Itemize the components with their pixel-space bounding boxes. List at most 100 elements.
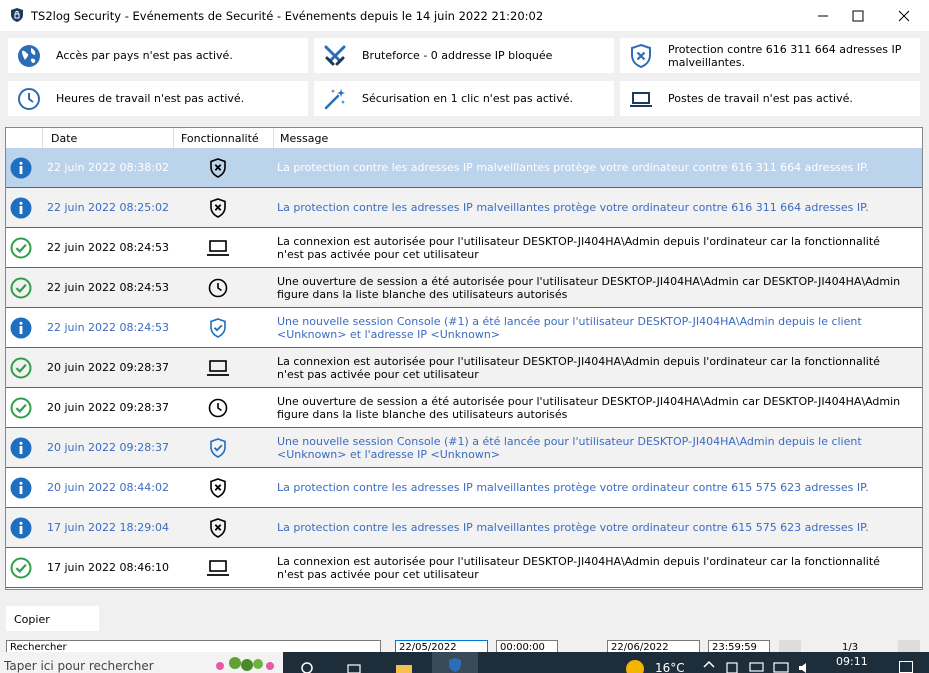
- page-indicator: 1/3: [842, 642, 859, 652]
- maximize-button[interactable]: [835, 0, 881, 31]
- event-date: 22 juin 2022 08:24:53: [47, 241, 169, 254]
- event-message: Une nouvelle session Console (#1) a été …: [277, 434, 862, 461]
- table-row[interactable]: 20 juin 2022 08:44:02 La protection contr…: [6, 468, 922, 508]
- battery-icon[interactable]: [748, 657, 766, 673]
- grid-header: Date Fonctionnalité Message: [6, 128, 922, 149]
- check-circle-icon: [10, 277, 32, 299]
- event-date: 20 juin 2022 09:28:37: [47, 361, 169, 374]
- table-row[interactable]: 17 juin 2022 08:46:10 La connexion est au…: [6, 548, 922, 588]
- event-date: 20 juin 2022 08:44:02: [47, 481, 169, 494]
- maximize-icon: [852, 10, 864, 22]
- clock-icon: [206, 277, 230, 299]
- file-explorer-icon[interactable]: [395, 657, 413, 673]
- clock-icon: [206, 397, 230, 419]
- event-date: 22 juin 2022 08:25:02: [47, 201, 169, 214]
- task-view-icon[interactable]: [345, 657, 363, 673]
- next-page-button[interactable]: [898, 640, 920, 652]
- tile-one-click[interactable]: Sécurisation en 1 clic n'est pas activé.: [314, 81, 614, 116]
- minimize-icon: [818, 15, 828, 17]
- column-header-message[interactable]: Message: [274, 128, 922, 148]
- date-from-picker[interactable]: 22/05/2022: [395, 640, 488, 652]
- title-bar: TS2log Security - Evénements de Securité…: [0, 0, 929, 31]
- close-button[interactable]: [881, 0, 927, 31]
- time-from-picker[interactable]: 00:00:00: [496, 640, 558, 652]
- weather-sun-icon: [626, 660, 644, 673]
- volume-icon[interactable]: [796, 657, 814, 673]
- tile-workstations[interactable]: Postes de travail n'est pas activé.: [620, 81, 920, 116]
- shield-x-icon: [631, 43, 651, 69]
- window-title: TS2log Security - Evénements de Securité…: [31, 9, 544, 23]
- tile-label: Postes de travail n'est pas activé.: [668, 92, 853, 105]
- event-date: 22 juin 2022 08:38:02: [47, 161, 169, 174]
- event-message: Une nouvelle session Console (#1) a été …: [277, 314, 862, 341]
- event-message: La connexion est autorisée pour l'utilis…: [277, 354, 880, 381]
- taskbar-search[interactable]: Taper ici pour rechercher: [0, 652, 283, 673]
- column-header-date[interactable]: Date: [43, 128, 174, 148]
- search-input[interactable]: Rechercher: [6, 640, 381, 652]
- info-icon: [10, 157, 32, 179]
- copy-button[interactable]: Copier: [6, 606, 99, 631]
- tile-label: Protection contre 616 311 664 adresses I…: [668, 42, 902, 69]
- table-row[interactable]: 17 juin 2022 18:29:04 La protection contr…: [6, 508, 922, 548]
- date-to-picker[interactable]: 22/06/2022: [607, 640, 700, 652]
- shield-check-icon: [206, 437, 230, 459]
- taskbar-clock[interactable]: 09:11: [836, 655, 868, 668]
- check-circle-icon: [10, 397, 32, 419]
- taskbar: Taper ici pour rechercher 16°C 09:11: [0, 652, 929, 673]
- table-row[interactable]: 20 juin 2022 09:28:37 La connexion est au…: [6, 348, 922, 388]
- magic-wand-icon: [324, 89, 345, 110]
- event-message: La protection contre les adresses IP mal…: [277, 161, 869, 174]
- monitor-icon[interactable]: [772, 657, 790, 673]
- taskbar-app-ts2log[interactable]: [432, 652, 478, 673]
- tile-working-hours[interactable]: Heures de travail n'est pas activé.: [8, 81, 308, 116]
- tile-label: Sécurisation en 1 clic n'est pas activé.: [362, 92, 574, 105]
- column-header-feature[interactable]: Fonctionnalité: [174, 128, 274, 148]
- table-row[interactable]: 20 juin 2022 09:28:37 Une nouvelle sessio…: [6, 428, 922, 468]
- table-row[interactable]: 22 juin 2022 08:24:53 Une nouvelle sessio…: [6, 308, 922, 348]
- crossed-swords-icon: [324, 45, 346, 66]
- close-icon: [898, 10, 910, 22]
- table-row[interactable]: 22 juin 2022 08:24:53 La connexion est au…: [6, 228, 922, 268]
- info-icon: [10, 437, 32, 459]
- event-date: 17 juin 2022 18:29:04: [47, 521, 169, 534]
- shield-x-icon: [206, 477, 230, 499]
- event-date: 20 juin 2022 09:28:37: [47, 441, 169, 454]
- laptop-icon: [630, 92, 652, 107]
- event-message: La protection contre les adresses IP mal…: [277, 481, 869, 494]
- tile-label: Heures de travail n'est pas activé.: [56, 92, 245, 105]
- weather-temperature[interactable]: 16°C: [655, 661, 685, 673]
- plant-decoration-icon: [216, 657, 274, 671]
- tile-ip-protection[interactable]: Protection contre 616 311 664 adresses I…: [620, 38, 920, 73]
- events-grid[interactable]: Date Fonctionnalité Message 22 juin 2022…: [5, 127, 923, 590]
- clock-icon: [18, 88, 40, 110]
- time-to-picker[interactable]: 23:59:59: [708, 640, 770, 652]
- info-icon: [10, 517, 32, 539]
- filter-bar: Rechercher 22/05/2022 00:00:00 22/06/202…: [0, 640, 929, 652]
- search-icon[interactable]: [299, 657, 317, 673]
- event-message: Une ouverture de session a été autorisée…: [277, 274, 901, 301]
- tile-country-access[interactable]: Accès par pays n'est pas activé.: [8, 38, 308, 73]
- shield-x-icon: [206, 517, 230, 539]
- tile-label: Accès par pays n'est pas activé.: [56, 49, 233, 62]
- laptop-icon: [206, 237, 230, 259]
- tile-bruteforce[interactable]: Bruteforce - 0 addresse IP bloquée: [314, 38, 614, 73]
- table-row[interactable]: 20 juin 2022 09:28:37 Une ouverture de se…: [6, 388, 922, 428]
- network-icon[interactable]: [724, 657, 742, 673]
- check-circle-icon: [10, 357, 32, 379]
- event-date: 22 juin 2022 08:24:53: [47, 321, 169, 334]
- tile-label: Bruteforce - 0 addresse IP bloquée: [362, 49, 553, 62]
- column-header-status[interactable]: [6, 128, 43, 148]
- table-row[interactable]: 22 juin 2022 08:24:53 Une ouverture de se…: [6, 268, 922, 308]
- check-circle-icon: [10, 557, 32, 579]
- table-row[interactable]: 22 juin 2022 08:25:02 La protection contr…: [6, 188, 922, 228]
- app-shield-icon: [11, 8, 23, 22]
- table-row[interactable]: 22 juin 2022 08:38:02 La protection contr…: [6, 148, 922, 188]
- chevron-up-icon[interactable]: [700, 657, 718, 673]
- notification-icon[interactable]: [899, 661, 913, 673]
- info-icon: [10, 197, 32, 219]
- event-date: 17 juin 2022 08:46:10: [47, 561, 169, 574]
- check-circle-icon: [10, 237, 32, 259]
- event-message: Une ouverture de session a été autorisée…: [277, 394, 901, 421]
- previous-page-button[interactable]: [779, 640, 801, 652]
- event-message: La protection contre les adresses IP mal…: [277, 521, 869, 534]
